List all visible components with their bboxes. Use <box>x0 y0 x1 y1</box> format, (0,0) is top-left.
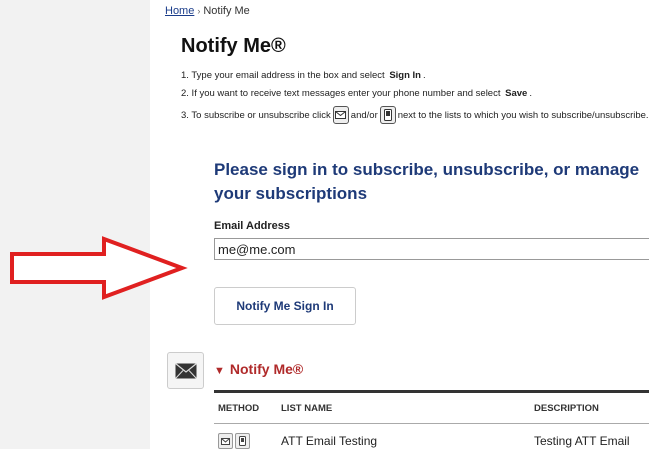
step-1-bold: Sign In <box>389 70 421 81</box>
envelope-icon <box>333 106 349 124</box>
step-3-text: 3. To subscribe or unsubscribe click <box>181 110 331 121</box>
left-gutter <box>0 0 150 449</box>
phone-icon[interactable] <box>235 433 250 449</box>
instruction-step-3: 3. To subscribe or unsubscribe click and… <box>181 102 649 128</box>
table-row: ATT Email Testing Testing ATT Email <box>214 424 649 458</box>
section-title: Notify Me® <box>230 361 303 377</box>
phone-icon <box>380 106 396 124</box>
step-1-end: . <box>423 70 426 81</box>
instructions: 1. Type your email address in the box an… <box>181 66 649 128</box>
arrow-right-icon <box>8 236 188 300</box>
step-1-text: 1. Type your email address in the box an… <box>181 70 385 81</box>
breadcrumb-current: Notify Me <box>203 5 249 17</box>
email-field[interactable] <box>214 238 649 260</box>
instruction-step-2: 2. If you want to receive text messages … <box>181 84 649 102</box>
step-3-end: next to the lists to which you wish to s… <box>398 110 649 121</box>
notify-me-section-toggle[interactable]: ▼ Notify Me® <box>214 361 303 377</box>
column-list-name: LIST NAME <box>277 392 530 424</box>
step-2-end: . <box>529 88 532 99</box>
column-description: DESCRIPTION <box>530 392 649 424</box>
table-header-row: METHOD LIST NAME DESCRIPTION <box>214 392 649 424</box>
envelope-icon[interactable] <box>218 433 233 449</box>
subscription-table: METHOD LIST NAME DESCRIPTION A <box>214 390 649 458</box>
method-cell <box>214 424 277 458</box>
notify-me-sign-in-button[interactable]: Notify Me Sign In <box>214 287 356 325</box>
breadcrumb-separator: › <box>197 6 200 16</box>
envelope-icon[interactable] <box>167 352 204 389</box>
breadcrumb-home-link[interactable]: Home <box>165 5 194 17</box>
step-3-and-or: and/or <box>351 110 378 121</box>
step-2-bold: Save <box>505 88 527 99</box>
signin-heading: Please sign in to subscribe, unsubscribe… <box>214 158 649 206</box>
step-2-text: 2. If you want to receive text messages … <box>181 88 500 99</box>
email-label: Email Address <box>214 220 290 232</box>
instruction-step-1: 1. Type your email address in the box an… <box>181 66 649 84</box>
list-name-cell: ATT Email Testing <box>277 424 530 458</box>
page-title: Notify Me® <box>181 35 286 58</box>
breadcrumb: Home›Notify Me <box>165 5 250 17</box>
description-cell: Testing ATT Email <box>530 424 649 458</box>
main-content: Home›Notify Me Notify Me® 1. Type your e… <box>150 0 649 449</box>
column-method: METHOD <box>214 392 277 424</box>
triangle-down-icon: ▼ <box>214 365 225 377</box>
